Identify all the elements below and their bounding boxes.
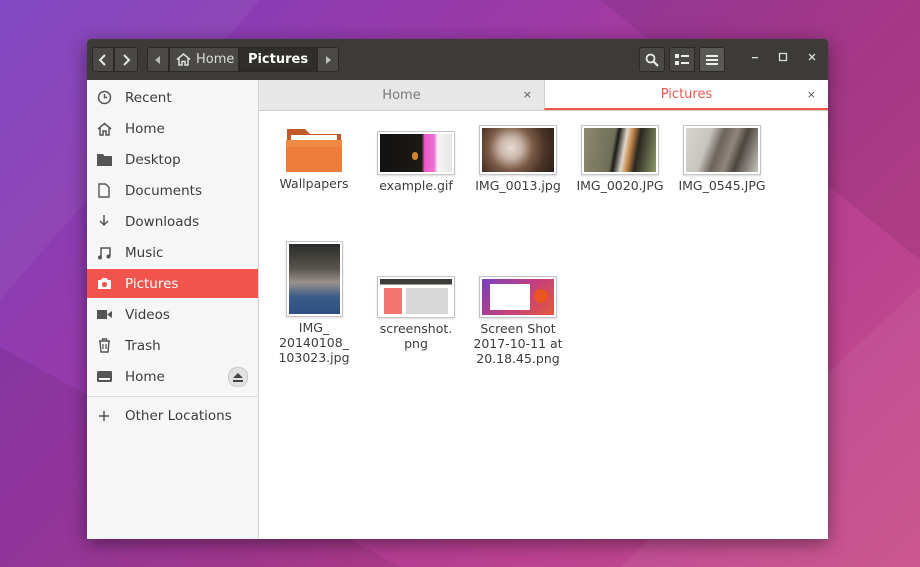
tab-bar: Home × Pictures × xyxy=(259,80,828,111)
sidebar-item-label: Trash xyxy=(125,337,161,354)
tab-close-button[interactable]: × xyxy=(523,88,532,101)
folder-icon xyxy=(96,152,112,168)
file-name: IMG_0020.JPG xyxy=(576,178,664,193)
file-grid: Wallpapers example.gif IMG_0013.jpg IMG_… xyxy=(259,111,828,539)
file-item-img-0013[interactable]: IMG_0013.jpg xyxy=(469,125,567,193)
eject-button[interactable] xyxy=(228,367,248,387)
sidebar-item-label: Other Locations xyxy=(125,407,232,424)
image-thumbnail xyxy=(479,125,557,175)
file-item-screen-shot-2017[interactable]: Screen Shot 2017-10-11 at 20.18.45.png xyxy=(469,276,567,366)
sidebar-item-home[interactable]: Home xyxy=(87,114,258,143)
path-scroll-left[interactable] xyxy=(147,47,169,72)
video-icon xyxy=(96,307,112,323)
sidebar-item-label: Recent xyxy=(125,89,172,106)
sidebar-item-label: Videos xyxy=(125,306,170,323)
trash-icon xyxy=(96,338,112,354)
file-item-wallpapers[interactable]: Wallpapers xyxy=(265,125,363,191)
file-name: IMG_0545.JPG xyxy=(678,178,766,193)
file-item-img-0545[interactable]: IMG_0545.JPG xyxy=(673,125,771,193)
path-segment-pictures[interactable]: Pictures xyxy=(239,47,317,72)
header-bar: Home Pictures xyxy=(87,39,828,80)
file-name: Wallpapers xyxy=(279,176,349,191)
sidebar: Recent Home Desktop Documents Downloads … xyxy=(87,80,259,539)
file-item-screenshot-png[interactable]: screenshot. png xyxy=(367,276,465,351)
list-view-icon xyxy=(675,53,689,65)
file-name: example.gif xyxy=(379,178,453,193)
sidebar-item-music[interactable]: Music xyxy=(87,238,258,267)
triangle-left-icon xyxy=(155,55,160,64)
sidebar-item-label: Home xyxy=(125,368,165,385)
eject-icon xyxy=(233,372,243,382)
file-item-img-20140108[interactable]: IMG_ 20140108_ 103023.jpg xyxy=(265,241,363,365)
minimize-icon xyxy=(752,57,758,59)
forward-button[interactable] xyxy=(114,47,138,72)
tab-label: Pictures xyxy=(660,86,713,102)
sidebar-item-downloads[interactable]: Downloads xyxy=(87,207,258,236)
file-name: Screen Shot 2017-10-11 at 20.18.45.png xyxy=(473,321,563,366)
sidebar-item-documents[interactable]: Documents xyxy=(87,176,258,205)
sidebar-item-home-drive[interactable]: Home xyxy=(87,362,258,391)
close-button[interactable] xyxy=(804,51,820,67)
file-name: IMG_0013.jpg xyxy=(475,178,561,193)
download-icon xyxy=(96,214,112,230)
sidebar-item-label: Documents xyxy=(125,182,202,199)
file-item-example-gif[interactable]: example.gif xyxy=(367,131,465,193)
sidebar-item-pictures[interactable]: Pictures xyxy=(87,269,258,298)
triangle-right-icon xyxy=(326,55,331,64)
path-pictures-label: Pictures xyxy=(247,52,309,67)
camera-icon xyxy=(96,276,112,292)
image-thumbnail xyxy=(581,125,659,175)
image-thumbnail xyxy=(377,276,455,318)
music-icon xyxy=(96,245,112,261)
sidebar-item-label: Music xyxy=(125,244,164,261)
path-home-label: Home xyxy=(196,52,235,67)
image-thumbnail xyxy=(377,131,455,175)
sidebar-item-trash[interactable]: Trash xyxy=(87,331,258,360)
path-segment-home[interactable]: Home xyxy=(169,47,239,72)
folder-icon xyxy=(286,129,342,172)
path-scroll-right[interactable] xyxy=(317,47,339,72)
drive-icon xyxy=(96,369,112,385)
image-thumbnail xyxy=(479,276,557,318)
plus-icon xyxy=(96,408,112,424)
view-toggle-button[interactable] xyxy=(669,47,695,72)
tab-label: Home xyxy=(382,87,421,103)
back-button[interactable] xyxy=(92,47,114,72)
sidebar-item-desktop[interactable]: Desktop xyxy=(87,145,258,174)
minimize-button[interactable] xyxy=(747,51,763,67)
tab-home[interactable]: Home × xyxy=(259,80,544,110)
menu-button[interactable] xyxy=(699,47,725,72)
search-icon xyxy=(645,53,659,67)
chevron-left-icon xyxy=(98,53,106,66)
tab-close-button[interactable]: × xyxy=(807,88,816,101)
document-icon xyxy=(96,183,112,199)
maximize-button[interactable] xyxy=(775,51,791,67)
sidebar-item-other-locations[interactable]: Other Locations xyxy=(87,401,258,430)
tab-pictures[interactable]: Pictures × xyxy=(544,80,828,110)
image-thumbnail xyxy=(285,241,343,317)
maximize-icon xyxy=(778,52,788,62)
home-icon xyxy=(96,121,112,137)
file-name: screenshot. png xyxy=(379,321,453,351)
search-button[interactable] xyxy=(639,47,665,72)
sidebar-item-videos[interactable]: Videos xyxy=(87,300,258,329)
file-item-img-0020[interactable]: IMG_0020.JPG xyxy=(571,125,669,193)
sidebar-item-recent[interactable]: Recent xyxy=(87,83,258,112)
sidebar-item-label: Desktop xyxy=(125,151,181,168)
file-name: IMG_ 20140108_ 103023.jpg xyxy=(278,320,350,365)
chevron-right-icon xyxy=(123,53,131,66)
file-manager-window: Home Pictures Recent Home Desktop Docume… xyxy=(87,39,828,539)
clock-icon xyxy=(96,90,112,106)
sidebar-item-label: Downloads xyxy=(125,213,200,230)
close-icon xyxy=(808,53,816,61)
sidebar-divider xyxy=(87,396,258,397)
sidebar-item-label: Pictures xyxy=(125,275,179,292)
image-thumbnail xyxy=(683,125,761,175)
menu-icon xyxy=(706,54,718,65)
home-icon xyxy=(176,53,191,66)
sidebar-item-label: Home xyxy=(125,120,165,137)
